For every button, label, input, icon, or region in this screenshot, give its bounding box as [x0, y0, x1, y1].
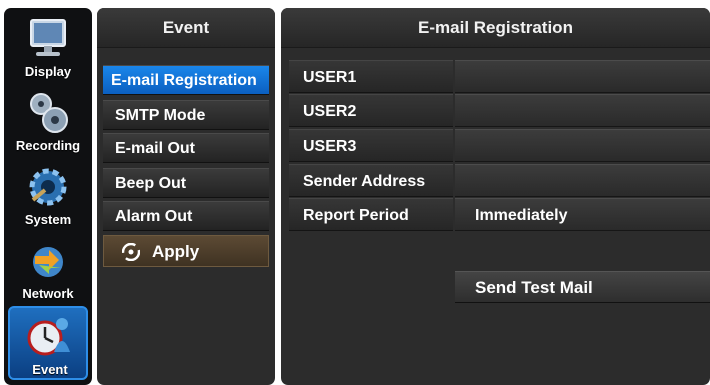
monitor-icon [30, 19, 66, 56]
nav-system-label: System [24, 212, 72, 227]
user2-field[interactable] [455, 94, 710, 127]
send-test-mail-button[interactable]: Send Test Mail [455, 271, 710, 303]
menu-item-smtp-mode[interactable]: SMTP Mode [103, 100, 269, 130]
event-menu-panel: Event E-mail Registration SMTP Mode E-ma… [97, 8, 275, 385]
apply-button-label: Apply [152, 242, 200, 261]
clock-person-icon [27, 318, 70, 356]
user3-field[interactable] [455, 129, 710, 162]
report-period-row: Report Period Immediately [289, 198, 710, 231]
user2-row: USER2 [289, 94, 710, 127]
nav-system[interactable]: System [8, 160, 88, 234]
film-reels-icon [30, 93, 68, 133]
apply-button[interactable]: Apply [103, 235, 269, 267]
user3-row: USER3 [289, 129, 710, 162]
main-nav-rail: Display Recording System Network Event [4, 8, 92, 385]
sender-address-field[interactable] [455, 164, 710, 197]
user1-row: USER1 [289, 60, 710, 93]
nav-network-label: Network [22, 286, 74, 301]
email-registration-panel: E-mail Registration USER1 USER2 USER3 Se… [281, 8, 710, 385]
menu-item-alarm-out[interactable]: Alarm Out [103, 201, 269, 231]
menu-item-email-registration[interactable]: E-mail Registration [103, 65, 269, 95]
menu-item-beep-out[interactable]: Beep Out [103, 168, 269, 198]
nav-display[interactable]: Display [8, 12, 88, 86]
email-registration-title: E-mail Registration [281, 8, 710, 48]
apply-refresh-icon [122, 243, 140, 261]
menu-item-email-out[interactable]: E-mail Out [103, 133, 269, 163]
network-arrows-icon [33, 247, 63, 277]
nav-display-label: Display [24, 64, 72, 79]
report-period-select[interactable]: Immediately [455, 198, 710, 231]
event-menu-title: Event [97, 8, 275, 48]
user3-label: USER3 [289, 129, 453, 162]
user1-field[interactable] [455, 60, 710, 93]
sender-address-label: Sender Address [289, 164, 453, 197]
sender-address-row: Sender Address [289, 164, 710, 197]
nav-event[interactable]: Event [8, 306, 88, 380]
user1-label: USER1 [289, 60, 453, 93]
gear-icon [29, 168, 67, 206]
nav-network[interactable]: Network [8, 234, 88, 308]
user2-label: USER2 [289, 94, 453, 127]
nav-recording[interactable]: Recording [8, 86, 88, 160]
report-period-label: Report Period [289, 198, 453, 231]
nav-event-label: Event [32, 362, 68, 377]
nav-recording-label: Recording [15, 138, 81, 153]
